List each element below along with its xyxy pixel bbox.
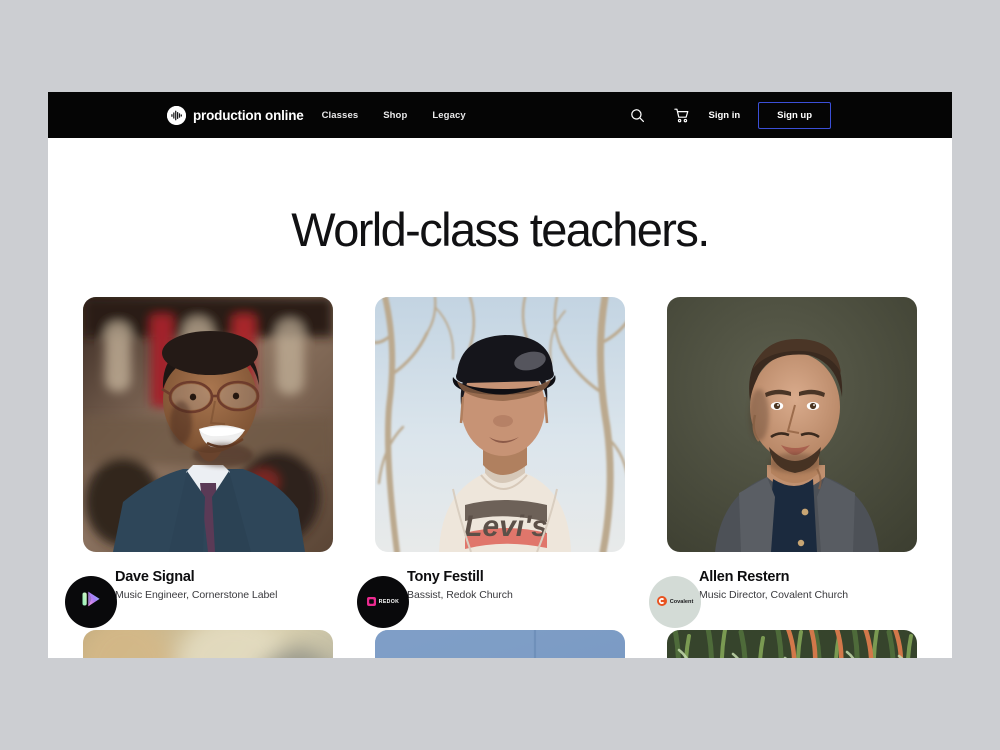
teacher-info: Dave Signal Music Engineer, Cornerstone …	[83, 552, 333, 602]
teacher-card[interactable]: Levi's REDOK Tony Festill Bassist, Redok…	[357, 297, 625, 628]
nav-links: Classes Shop Legacy	[322, 110, 466, 121]
teacher-badge	[65, 575, 117, 628]
teacher-role: Music Director, Covalent Church	[699, 589, 849, 602]
teacher-photo: Levi's	[375, 297, 625, 552]
teacher-photo	[667, 629, 917, 658]
teacher-card[interactable]: Covalent Allen Restern Music Director, C…	[649, 297, 917, 628]
teacher-name: Tony Festill	[407, 569, 484, 585]
nav-link-classes[interactable]: Classes	[322, 110, 359, 121]
badge-label: Covalent	[669, 598, 694, 605]
badge-label: REDOK	[378, 598, 400, 605]
gradient-play-logo-icon	[78, 586, 104, 617]
top-navigation-bar: production online Classes Shop Legacy Si…	[48, 92, 952, 138]
nav-link-shop[interactable]: Shop	[383, 110, 407, 121]
browser-viewport: production online Classes Shop Legacy Si…	[48, 92, 952, 658]
redok-square-icon	[366, 593, 376, 611]
teacher-card[interactable]	[667, 629, 917, 658]
shopping-cart-icon[interactable]	[669, 102, 695, 128]
teacher-info: Tony Festill Bassist, Redok Church	[375, 552, 625, 602]
teacher-photo	[375, 629, 625, 658]
svg-text:Levi's: Levi's	[464, 510, 548, 543]
page-title: World-class teachers.	[291, 203, 710, 256]
teacher-role: Bassist, Redok Church	[407, 589, 513, 602]
teacher-photo	[667, 297, 917, 552]
teacher-card[interactable]	[375, 629, 625, 658]
teacher-role: Music Engineer, Cornerstone Label	[115, 589, 278, 602]
page-content: World-class teachers. Dave Signal Music …	[48, 206, 952, 658]
sign-in-link[interactable]: Sign in	[709, 110, 741, 121]
brand-logo[interactable]: production online	[167, 105, 304, 125]
teacher-photo	[83, 297, 333, 552]
teacher-info: Allen Restern Music Director, Covalent C…	[667, 552, 917, 602]
audio-waveform-circle-icon	[167, 105, 186, 125]
nav-right-group: Sign in Sign up	[625, 101, 831, 129]
teacher-card[interactable]	[83, 629, 333, 658]
covalent-c-icon	[656, 593, 667, 611]
nav-link-legacy[interactable]: Legacy	[432, 110, 465, 121]
teacher-badge: Covalent	[649, 575, 701, 628]
brand-name: production online	[193, 107, 304, 123]
nav-left-group: production online Classes Shop Legacy	[167, 105, 466, 125]
teachers-grid: Dave Signal Music Engineer, Cornerstone …	[65, 297, 917, 658]
teacher-badge: REDOK	[357, 575, 409, 628]
sign-up-button[interactable]: Sign up	[758, 101, 831, 129]
teacher-name: Allen Restern	[699, 569, 790, 585]
search-icon[interactable]	[625, 102, 651, 128]
teacher-photo	[83, 629, 333, 658]
teacher-name: Dave Signal	[115, 569, 195, 585]
teacher-card[interactable]: Dave Signal Music Engineer, Cornerstone …	[65, 297, 333, 628]
